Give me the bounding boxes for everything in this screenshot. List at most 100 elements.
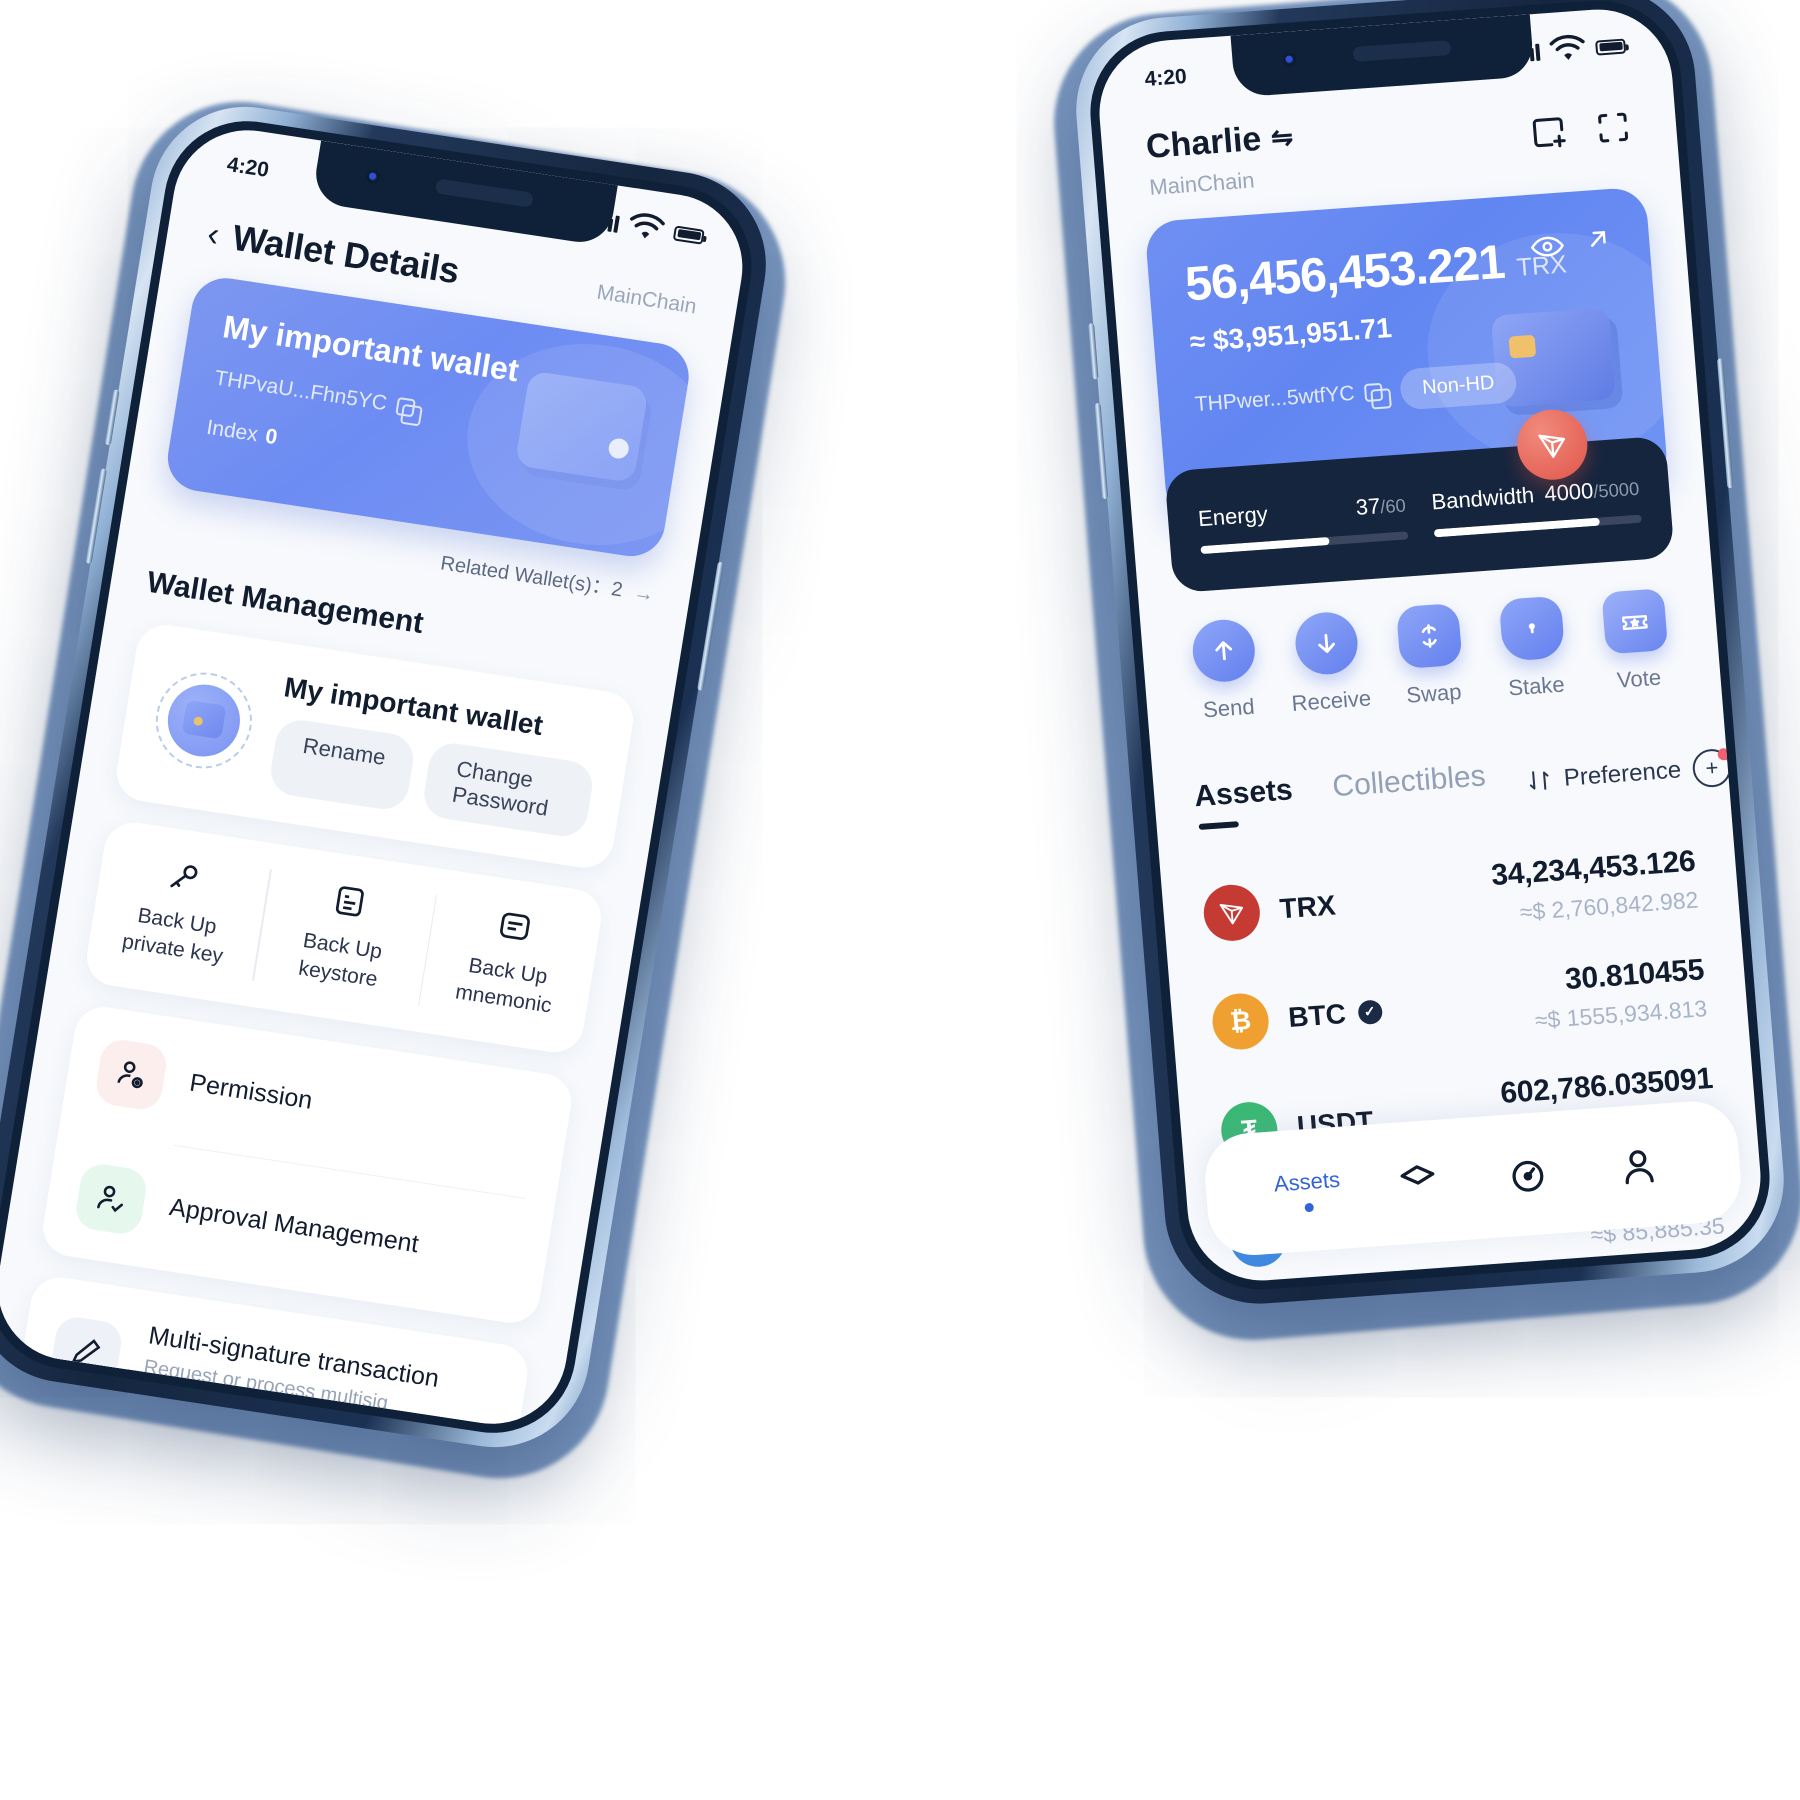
menu-label: Permission [187,1068,315,1115]
sort-arrows-icon[interactable] [1525,767,1553,795]
screenshot-root: 4:20 ‹ Wallet Details MainChain My impor… [0,0,1800,1800]
action-label: Send [1202,693,1256,723]
trx-logo-icon [1201,882,1262,943]
screen-assets-home: 4:20 Charlie ⇋ MainChain 56,456,453.221 … [1093,4,1767,1286]
resource-bandwidth[interactable]: Bandwidth 4000/5000 [1431,475,1642,538]
add-token-icon[interactable]: + [1691,747,1733,789]
asset-identity: ₿ BTC ✓ [1210,983,1384,1051]
assets-header: Charlie ⇋ MainChain [1101,90,1679,204]
permission-card: Permission Approval Management [38,1002,576,1327]
preference-label[interactable]: Preference [1563,756,1682,792]
btc-logo-icon: ₿ [1210,991,1271,1051]
wifi-icon [630,213,665,239]
label-line2: keystore [296,956,380,992]
add-wallet-icon[interactable] [1529,112,1570,153]
resource-energy[interactable]: Energy 37/60 [1197,491,1409,555]
back-chevron-icon[interactable]: ‹ [205,215,222,254]
action-label: Vote [1615,664,1662,693]
hd-badge: Non-HD [1398,361,1518,411]
shield-lock-icon [1498,595,1566,662]
menu-label: Approval Management [167,1193,421,1259]
resource-energy-top: Energy 37/60 [1197,491,1407,532]
action-stake[interactable]: Stake [1478,594,1589,703]
action-label: Receive [1290,685,1372,716]
assets-list: TRX 34,234,453.126 ≈$ 2,760,842.982 ₿ BT… [1160,822,1755,1286]
camera-icon [1282,52,1298,68]
asset-symbol: BTC [1287,997,1348,1033]
permission-user-icon [93,1036,170,1112]
asset-amount: 34,234,453.126 [1490,844,1697,893]
battery-icon [672,224,705,245]
asset-symbol-block: BTC ✓ [1287,995,1383,1034]
preference-controls: Preference + [1525,747,1733,801]
backup-mnemonic-label: Back Up mnemonic [426,947,585,1026]
status-time: 4:20 [225,152,271,182]
wallet-address: THPwer...5wtfYC [1194,381,1356,416]
resource-progress-fill [1200,536,1330,555]
index-value: 0 [263,424,279,450]
approval-user-check-icon [73,1161,150,1237]
profile-icon [1625,1150,1654,1185]
tabbar-item-layers[interactable] [1361,1155,1475,1209]
resource-value: 37/60 [1355,491,1407,520]
wallet-avatar-icon[interactable] [148,665,260,776]
wallet-address-block[interactable]: THPwer...5wtfYC [1194,379,1384,416]
chain-label: MainChain [595,280,699,319]
swap-icon [1395,602,1463,670]
copy-icon[interactable] [1363,382,1384,402]
account-switcher[interactable]: Charlie ⇋ [1145,118,1295,167]
copy-icon[interactable] [395,396,416,418]
pencil-icon [48,1314,125,1390]
switch-account-icon[interactable]: ⇋ [1270,122,1294,154]
vote-ticket-icon [1600,588,1668,655]
resource-progress-track [1433,514,1642,538]
quick-actions: Send Receive Swap Stake Vote [1141,585,1722,728]
tab-collectibles[interactable]: Collectibles [1331,759,1488,820]
tabbar-item-explore[interactable] [1471,1147,1585,1201]
notch-right [1230,14,1535,98]
action-label: Stake [1507,671,1566,701]
resource-progress-fill [1433,517,1601,538]
asset-usd: ≈$ 2,760,842.982 [1518,886,1700,926]
change-password-button[interactable]: Change Password [420,739,596,840]
index-label: Index [204,415,260,447]
resource-progress-track [1200,531,1409,555]
keystore-file-icon [272,870,428,932]
backup-private-key-button[interactable]: Back Up private key [83,818,275,1006]
explore-icon [1512,1160,1544,1192]
backup-keystore-button[interactable]: Back Up keystore [248,843,440,1031]
resource-used: 4000 [1543,477,1595,507]
tabbar-item-assets[interactable]: Assets [1251,1165,1365,1216]
assets-tabs: Assets Collectibles Preference + [1153,742,1733,833]
wallet-address: THPvaU...Fhn5YC [212,366,389,416]
resource-name: Bandwidth [1430,482,1536,515]
wifi-icon [1549,34,1585,60]
resource-used: 37 [1354,493,1382,520]
rename-button[interactable]: Rename [267,716,418,813]
asset-values: 30.810455 ≈$ 1555,934.813 [1531,953,1709,1034]
menu-item-approval-text: Approval Management [167,1193,420,1259]
key-icon [106,845,262,907]
action-send[interactable]: Send [1170,616,1281,725]
backup-mnemonic-button[interactable]: Back Up mnemonic [414,868,606,1056]
verified-check-icon: ✓ [1356,998,1383,1025]
resource-name: Energy [1197,501,1269,532]
tabbar-item-profile[interactable] [1581,1140,1695,1194]
action-receive[interactable]: Receive [1273,609,1384,718]
backup-keystore-label: Back Up keystore [261,922,420,1001]
scan-qr-icon[interactable] [1593,107,1634,148]
tab-assets[interactable]: Assets [1193,773,1295,830]
balance-unit: TRX [1515,250,1568,282]
asset-usd: ≈$ 1555,934.813 [1533,995,1709,1034]
account-name: Charlie [1144,119,1263,166]
action-vote[interactable]: Vote [1581,587,1692,696]
layers-icon [1400,1165,1435,1185]
resource-total: 60 [1384,494,1407,517]
arrow-down-icon [1293,610,1361,677]
chain-label: MainChain [1148,167,1256,200]
phone-assets-home: 4:20 Charlie ⇋ MainChain 56,456,453.221 … [1069,0,1791,1311]
action-swap[interactable]: Swap [1376,601,1487,710]
asset-amount: 30.810455 [1563,953,1706,997]
menu-item-permission-text: Permission [187,1068,315,1116]
related-wallets-label: Related Wallet(s)：2 [439,552,625,602]
